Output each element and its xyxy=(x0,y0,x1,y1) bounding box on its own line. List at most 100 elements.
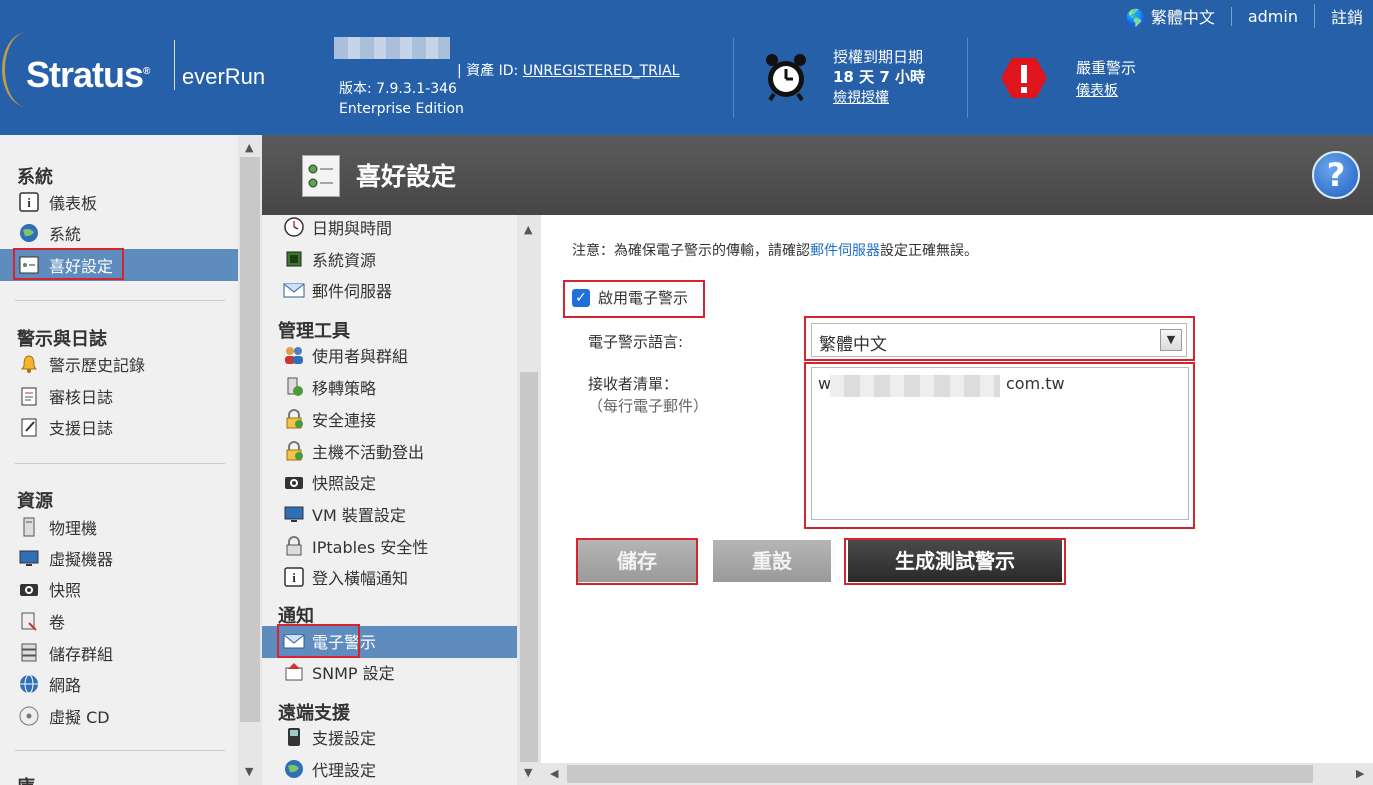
highlight-box xyxy=(563,280,705,318)
monitor-icon xyxy=(282,502,306,526)
sidebar-item-virtual-cds[interactable]: 虛擬 CD xyxy=(17,702,110,730)
sidebar-item-dashboard[interactable]: i 儀表板 xyxy=(17,188,97,216)
sidebar-item-physical-machines[interactable]: 物理機 xyxy=(17,513,97,541)
header-divider xyxy=(967,38,968,118)
submenu-section-remote-support: 遠端支援 xyxy=(278,703,350,724)
submenu-item-system-resources[interactable]: 系統資源 xyxy=(282,245,376,273)
stratus-logo: Stratus® xyxy=(26,54,150,95)
submenu-item-vm-device-settings[interactable]: VM 裝置設定 xyxy=(282,500,406,528)
asset-id-link[interactable]: UNREGISTERED_TRIAL xyxy=(523,63,680,79)
volume-icon xyxy=(17,609,41,633)
scroll-thumb[interactable] xyxy=(520,372,538,762)
submenu-item-login-banner[interactable]: i 登入橫幅通知 xyxy=(282,563,408,591)
sidebar-item-support-log[interactable]: 支援日誌 xyxy=(17,413,113,441)
version-text: 版本: 7.9.3.1-346 xyxy=(339,81,457,97)
critical-alert-icon[interactable] xyxy=(1000,56,1048,100)
reset-button[interactable]: 重設 xyxy=(713,540,831,582)
scroll-down-arrow[interactable]: ▼ xyxy=(245,765,253,778)
submenu-item-snmp-settings[interactable]: SNMP 設定 xyxy=(282,658,395,686)
recipients-label: 接收者清單： （每行電子郵件） xyxy=(588,375,709,415)
network-icon xyxy=(17,672,41,696)
asset-id-line: | 資產 ID: UNREGISTERED_TRIAL xyxy=(457,63,680,79)
page-header: 喜好設定 ? xyxy=(262,135,1373,215)
language-label: 電子警示語言: xyxy=(588,333,684,351)
submenu-section-admin: 管理工具 xyxy=(278,321,350,342)
submenu-item-support-config[interactable]: 支援設定 xyxy=(282,723,376,751)
sidebar-item-storage-groups[interactable]: 儲存群組 xyxy=(17,639,113,667)
submenu-list: 日期與時間 系統資源 郵件伺服器 管理工具 使用者與群組 移轉策略 安全連接 主… xyxy=(262,215,517,785)
e-alerts-panel: 注意：為確保電子警示的傳輸，請確認郵件伺服器設定正確無誤。 ✓ 啟用電子警示 電… xyxy=(541,215,1373,763)
notepad-icon xyxy=(17,384,41,408)
sidebar-item-virtual-machines[interactable]: 虛擬機器 xyxy=(17,544,113,572)
scroll-up-arrow[interactable]: ▲ xyxy=(245,141,253,154)
submenu-item-users-groups[interactable]: 使用者與群組 xyxy=(282,341,408,369)
scroll-right-arrow[interactable]: ▶ xyxy=(1356,767,1364,780)
view-license-link[interactable]: 檢視授權 xyxy=(833,90,889,106)
chip-icon xyxy=(282,247,306,271)
sidebar: 系統 i 儀表板 系統 喜好設定 警示與日誌 警示歷史記錄 審核日誌 支援日誌 xyxy=(0,135,262,785)
scroll-thumb[interactable] xyxy=(567,765,1313,783)
globe-icon: 🌎 xyxy=(1125,8,1146,27)
divider xyxy=(15,300,225,301)
sidebar-nav: 系統 i 儀表板 系統 喜好設定 警示與日誌 警示歷史記錄 審核日誌 支援日誌 xyxy=(0,135,238,785)
horizontal-scrollbar[interactable]: ◀ ▶ xyxy=(541,763,1373,785)
logo-divider xyxy=(174,40,175,90)
scroll-up-arrow[interactable]: ▲ xyxy=(524,223,532,236)
license-remaining: 18 天 7 小時 xyxy=(833,68,925,86)
monitor-icon xyxy=(17,546,41,570)
submenu-item-secure-connection[interactable]: 安全連接 xyxy=(282,405,376,433)
svg-text:i: i xyxy=(27,195,31,210)
user-menu[interactable]: admin xyxy=(1230,6,1314,26)
lock-icon xyxy=(282,439,306,463)
sidebar-item-networks[interactable]: 網路 xyxy=(17,670,81,698)
recipients-hint: （每行電子郵件） xyxy=(588,397,709,415)
lock-icon xyxy=(282,534,306,558)
asset-id-label: 資產 ID: xyxy=(466,63,519,79)
submenu-item-migration-policy[interactable]: 移轉策略 xyxy=(282,373,376,401)
notice-text: 注意：為確保電子警示的傳輸，請確認郵件伺服器設定正確無誤。 xyxy=(572,243,978,259)
top-bar: Stratus® everRun | 資產 ID: UNREGISTERED_T… xyxy=(0,0,1373,135)
camera-icon xyxy=(17,577,41,601)
submenu-scrollbar[interactable]: ▲ ▼ xyxy=(517,215,541,785)
logout-link[interactable]: 註銷 xyxy=(1313,4,1363,28)
submenu-item-proxy-config[interactable]: 代理設定 xyxy=(282,755,376,783)
globe-icon xyxy=(17,221,41,245)
phone-icon xyxy=(282,725,306,749)
submenu-item-snapshot-settings[interactable]: 快照設定 xyxy=(282,468,376,496)
alert-dashboard-link[interactable]: 儀表板 xyxy=(1076,83,1118,99)
sidebar-section-system: 系統 xyxy=(17,167,53,188)
sidebar-scrollbar[interactable]: ▲ ▼ xyxy=(238,135,262,785)
version-info: 版本: 7.9.3.1-346 Enterprise Edition xyxy=(339,79,464,119)
sidebar-item-alert-history[interactable]: 警示歷史記錄 xyxy=(17,350,145,378)
header-divider xyxy=(733,38,734,118)
highlight-box xyxy=(804,362,1195,529)
divider xyxy=(15,750,225,751)
submenu-item-date-time[interactable]: 日期與時間 xyxy=(282,215,392,241)
server-icon xyxy=(17,515,41,539)
page-title: 喜好設定 xyxy=(356,162,457,191)
submenu-item-mail-server[interactable]: 郵件伺服器 xyxy=(282,276,392,304)
sidebar-item-system[interactable]: 系統 xyxy=(17,219,81,247)
submenu-item-host-inactivity-logout[interactable]: 主機不活動登出 xyxy=(282,437,424,465)
clock-icon xyxy=(282,215,306,239)
scroll-thumb[interactable] xyxy=(240,157,260,722)
scroll-down-arrow[interactable]: ▼ xyxy=(524,766,532,779)
divider xyxy=(15,463,225,464)
sidebar-item-volumes[interactable]: 卷 xyxy=(17,607,65,635)
scroll-left-arrow[interactable]: ◀ xyxy=(550,767,558,780)
sidebar-section-resources: 資源 xyxy=(17,491,53,512)
preferences-icon xyxy=(302,155,340,197)
bell-icon xyxy=(17,352,41,376)
lock-icon xyxy=(282,407,306,431)
mail-server-link[interactable]: 郵件伺服器 xyxy=(810,243,880,259)
sidebar-item-snapshots[interactable]: 快照 xyxy=(17,575,81,603)
sidebar-item-audit-log[interactable]: 審核日誌 xyxy=(17,382,113,410)
language-selector[interactable]: 🌎 繁體中文 xyxy=(1110,4,1231,28)
info-icon: i xyxy=(282,565,306,589)
help-button[interactable]: ? xyxy=(1312,151,1360,199)
camera-icon xyxy=(282,470,306,494)
mail-icon xyxy=(282,278,306,302)
redacted-system-name xyxy=(334,37,450,59)
log-icon xyxy=(17,415,41,439)
submenu-item-iptables-security[interactable]: IPtables 安全性 xyxy=(282,532,428,560)
